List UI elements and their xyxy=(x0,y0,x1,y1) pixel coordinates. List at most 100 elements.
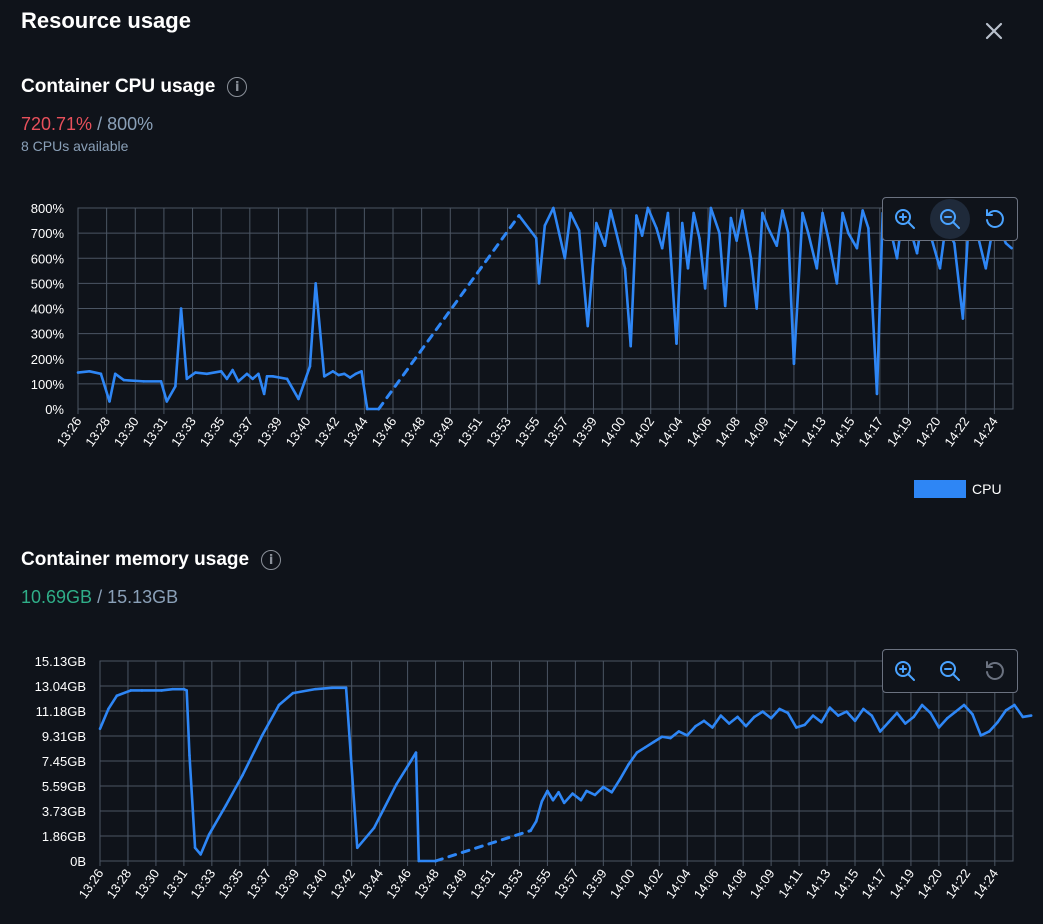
x-tick-label: 13:46 xyxy=(383,866,414,901)
y-tick-label: 3.73GB xyxy=(42,804,86,819)
series-segment xyxy=(188,753,197,850)
x-tick-label: 13:49 xyxy=(439,866,470,901)
series-segment xyxy=(895,711,907,725)
series-segment xyxy=(996,709,1008,724)
memory-zoom-out-button[interactable] xyxy=(930,651,970,691)
x-tick-label: 13:57 xyxy=(551,866,582,901)
x-tick-label: 14:08 xyxy=(719,866,750,901)
series-segment xyxy=(904,715,916,725)
series-segment xyxy=(571,792,583,802)
series-segment xyxy=(987,720,999,733)
reset-icon xyxy=(985,661,1004,680)
series-segment xyxy=(753,710,765,719)
series-segment xyxy=(937,716,949,729)
series-segment xyxy=(979,730,991,737)
series-segment xyxy=(372,783,398,830)
series-segment xyxy=(314,686,334,691)
y-tick-label: 7.45GB xyxy=(42,754,86,769)
series-segment xyxy=(652,735,664,744)
x-tick-label: 13:35 xyxy=(215,866,246,901)
series-segment xyxy=(199,833,211,856)
y-tick-label: 13.04GB xyxy=(35,679,86,694)
zoom-out-icon xyxy=(939,661,960,681)
series-segment xyxy=(669,730,681,740)
series-segment xyxy=(291,687,317,695)
series-segment xyxy=(786,711,798,729)
series-segment xyxy=(115,689,133,698)
series-segment xyxy=(794,723,806,729)
series-segment xyxy=(241,734,264,777)
x-tick-label: 13:55 xyxy=(523,866,554,901)
series-segment xyxy=(540,789,549,803)
series-segment xyxy=(277,691,295,707)
series-segment xyxy=(769,707,781,720)
y-tick-label: 0B xyxy=(70,854,86,869)
y-tick-label: 1.86GB xyxy=(42,829,86,844)
series-segment xyxy=(920,703,932,715)
series-segment xyxy=(557,790,566,805)
series-segment xyxy=(962,703,974,716)
series-segment xyxy=(719,714,731,725)
series-segment xyxy=(836,710,848,717)
x-tick-label: 13:44 xyxy=(355,866,386,901)
x-tick-label: 14:15 xyxy=(831,866,862,901)
series-segment xyxy=(694,719,706,728)
series-segment xyxy=(736,715,748,728)
series-segment xyxy=(627,751,639,766)
x-tick-label: 13:53 xyxy=(495,866,526,901)
series-segment xyxy=(685,724,697,737)
series-segment xyxy=(585,789,597,797)
series-segment xyxy=(185,689,191,757)
series-segment xyxy=(870,714,882,733)
series-segment xyxy=(635,746,647,754)
x-tick-label: 13:31 xyxy=(159,866,190,901)
memory-zoom-in-button[interactable] xyxy=(885,651,925,691)
series-segment xyxy=(160,687,175,692)
zoom-in-icon xyxy=(895,661,916,681)
series-segment xyxy=(1021,714,1033,719)
series-segment xyxy=(845,710,857,723)
x-tick-label: 14:22 xyxy=(942,866,973,901)
series-segment xyxy=(761,710,773,720)
x-tick-label: 14:00 xyxy=(607,866,638,901)
series-segment xyxy=(618,763,630,781)
x-tick-label: 14:09 xyxy=(747,866,778,901)
series-segment xyxy=(862,707,874,717)
series-segment xyxy=(643,740,655,749)
series-segment xyxy=(677,730,689,737)
series-segment xyxy=(355,826,376,850)
y-tick-label: 11.18GB xyxy=(36,704,86,719)
x-tick-label: 13:48 xyxy=(411,866,442,901)
x-tick-label: 14:19 xyxy=(886,866,917,901)
series-segment xyxy=(820,706,832,724)
series-segment xyxy=(546,789,555,802)
series-segment xyxy=(395,760,412,786)
x-tick-label: 13:37 xyxy=(243,866,274,901)
series-segment xyxy=(1013,703,1025,719)
x-tick-label: 13:42 xyxy=(327,866,358,901)
x-tick-label: 13:33 xyxy=(187,866,218,901)
x-tick-label: 13:40 xyxy=(299,866,330,901)
series-segment xyxy=(945,710,957,720)
series-segment xyxy=(811,714,823,724)
x-tick-label: 13:51 xyxy=(467,866,498,901)
series-segment xyxy=(579,789,588,802)
series-segment xyxy=(414,751,421,863)
x-tick-label: 13:39 xyxy=(271,866,302,901)
series-segment xyxy=(727,715,739,725)
series-segment xyxy=(828,706,840,717)
series-segment xyxy=(702,719,714,729)
x-tick-label: 14:20 xyxy=(914,866,945,901)
memory-chart[interactable]: 15.13GB 13.04GB 11.18GB 9.31GB 7.45GB 5.59GB 3… xyxy=(0,0,1043,924)
x-tick-label: 14:04 xyxy=(663,866,694,901)
series-segment xyxy=(529,820,538,832)
y-tick-label: 9.31GB xyxy=(42,729,86,744)
x-tick-label: 13:30 xyxy=(131,866,162,901)
series-segment xyxy=(878,720,890,733)
x-tick-label: 13:28 xyxy=(103,866,134,901)
series-segment xyxy=(711,714,723,729)
series-segment xyxy=(887,711,899,724)
x-tick-label: 13:26 xyxy=(76,866,107,901)
series-gap-segment xyxy=(434,829,533,863)
memory-reset-zoom-button[interactable] xyxy=(975,651,1015,691)
